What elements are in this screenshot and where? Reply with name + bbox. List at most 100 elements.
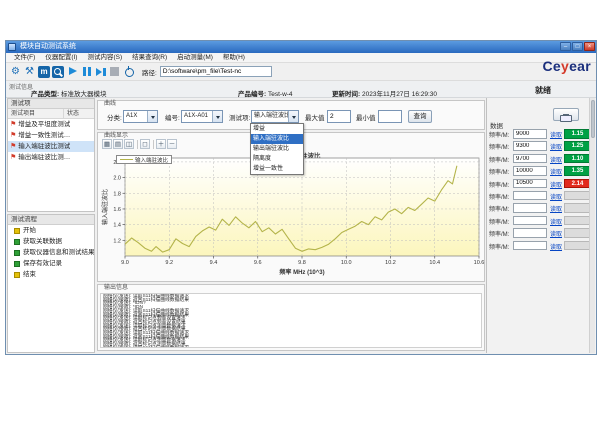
minimize-button[interactable]: – (560, 42, 571, 51)
flow-step-item[interactable]: 保存有效记录 (8, 258, 94, 269)
chart-grid-icon[interactable]: ▦ (102, 139, 112, 149)
menu-item[interactable]: 仪器配置(I) (40, 53, 82, 62)
connect-icon[interactable]: ⚙ (9, 65, 22, 78)
marker-freq-input[interactable] (513, 166, 547, 176)
marker-freq-input[interactable] (513, 191, 547, 201)
marker-read-link[interactable]: 读取 (550, 242, 562, 251)
marker-freq-label: 频率/M: (489, 167, 509, 176)
svg-text:10.2: 10.2 (385, 260, 396, 266)
product-no-field: 产品编号: Test-w-4 (238, 88, 293, 98)
power-icon[interactable] (122, 65, 135, 78)
marker-freq-input[interactable] (513, 241, 547, 251)
flag-icon: ⚑ (10, 119, 16, 130)
dropdown-option[interactable]: 输出端驻波比 (251, 144, 303, 154)
dropdown-option[interactable]: 增益 (251, 124, 303, 134)
sidebar-test-item[interactable]: ⚑ 增益一致性测试… (8, 130, 94, 141)
legend-label: 输入端驻波比 (135, 156, 168, 164)
sidebar-test-item[interactable]: ⚑ 输出端驻波比测… (8, 152, 94, 163)
close-button[interactable]: × (584, 42, 595, 51)
marker-row: 频率/M: 读取 2.14 (487, 178, 596, 190)
menu-item[interactable]: 结果查询(R) (127, 53, 172, 62)
save-icon[interactable]: ▤ (113, 139, 123, 149)
output-label: 输出信息 (102, 285, 130, 292)
flow-step-item[interactable]: 结束 (8, 269, 94, 280)
copy-icon[interactable]: ◫ (124, 139, 134, 149)
svg-text:10.6: 10.6 (474, 260, 485, 266)
marker-result-value (564, 241, 591, 251)
marker-freq-input[interactable] (513, 141, 547, 151)
marker-freq-input[interactable] (513, 129, 547, 139)
menu-item[interactable]: 帮助(H) (218, 53, 250, 62)
category-select[interactable]: A1X (123, 110, 158, 123)
calibrate-icon[interactable]: ⚒ (23, 65, 36, 78)
menu-item[interactable]: 文件(F) (9, 53, 40, 62)
svg-text:1.8: 1.8 (113, 191, 121, 197)
max-label: 最大值 (305, 112, 325, 122)
dropdown-option[interactable]: 增益一致性 (251, 164, 303, 174)
marker-freq-label: 频率/M: (489, 242, 509, 251)
marker-freq-input[interactable] (513, 154, 547, 164)
test-item-dropdown: 增益输入端驻波比输出端驻波比隔离度增益一致性 (250, 123, 304, 175)
printer-icon (560, 115, 572, 122)
marker-read-link[interactable]: 读取 (550, 155, 562, 164)
zoom-in-icon[interactable]: ＋ (156, 139, 166, 149)
menu-item[interactable]: 测试内容(S) (82, 53, 127, 62)
svg-text:9.4: 9.4 (210, 260, 218, 266)
min-input[interactable] (378, 110, 402, 123)
marker-read-link[interactable]: 读取 (550, 180, 562, 189)
marker-result-value (564, 228, 591, 238)
query-button[interactable]: 查询 (408, 110, 432, 123)
marker-read-link[interactable]: 读取 (550, 204, 562, 213)
marker-read-link[interactable]: 读取 (550, 130, 562, 139)
marker-freq-input[interactable] (513, 179, 547, 189)
marker-read-link[interactable]: 读取 (550, 167, 562, 176)
marker-row: 频率/M: 读取 1.25 (487, 140, 596, 152)
svg-text:1.4: 1.4 (113, 223, 121, 229)
path-input[interactable] (160, 66, 272, 77)
marker-read-link[interactable]: 读取 (550, 229, 562, 238)
number-select[interactable]: A1X-A01 (181, 110, 223, 123)
test-items-header: 测试项 (8, 99, 94, 109)
svg-text:10.4: 10.4 (429, 260, 440, 266)
scrollbar[interactable] (589, 98, 595, 353)
test-items-panel: 测试项 测试项目 状态 ⚑ 增益及平坦度测试 ⚑ 增益一致性测试… ⚑ 输入端驻… (7, 98, 95, 212)
zoom-window-icon[interactable]: ◻ (140, 139, 150, 149)
maximize-button[interactable]: □ (572, 42, 583, 51)
marker-freq-input[interactable] (513, 203, 547, 213)
pause-icon[interactable] (80, 65, 93, 78)
export-plot-button[interactable] (553, 108, 579, 121)
svg-text:2.0: 2.0 (113, 176, 121, 182)
flow-step-item[interactable]: 获取关联数据 (8, 236, 94, 247)
marker-result-value: 1.15 (564, 129, 591, 139)
flow-step-item[interactable]: 开始 (8, 225, 94, 236)
log-box[interactable]: 网络仪(发送): 读取S11扫描曲线数据请求网络仪(接收): 返回S11扫描曲线… (100, 293, 482, 348)
sidebar-test-item[interactable]: ⚑ 增益及平坦度测试 (8, 119, 94, 130)
menu-item[interactable]: 启动测量(M) (172, 53, 218, 62)
chart-legend: 输入端驻波比 (116, 155, 172, 164)
dropdown-option[interactable]: 隔离度 (251, 154, 303, 164)
run-icon[interactable] (66, 65, 79, 78)
test-flow-panel: 测试流程 开始 获取关联数据 获取仪器信息和测试结果 保存有效记录 结束 (7, 214, 95, 353)
marker-result-value (564, 203, 591, 213)
marker-row: 频率/M: 读取 (487, 240, 596, 252)
marker-read-link[interactable]: 读取 (550, 217, 562, 226)
app-window: 模块自动测试系统 – □ × 文件(F)仪器配置(I)测试内容(S)结果查询(R… (5, 40, 597, 355)
max-input[interactable] (327, 110, 351, 123)
marker-freq-input[interactable] (513, 228, 547, 238)
zoom-out-icon[interactable]: － (167, 139, 177, 149)
step-icon[interactable] (94, 65, 107, 78)
search-icon[interactable] (52, 66, 64, 78)
update-time-field: 更新时间: 2023年11月27日 16:29:30 (332, 88, 437, 98)
marker-result-value: 2.14 (564, 179, 591, 189)
test-item-select[interactable]: 输入端驻波比 (251, 110, 299, 123)
chart-toolbar: ▦ ▤ ◫ ◻ ＋ － (102, 139, 178, 149)
marker-freq-input[interactable] (513, 216, 547, 226)
flow-step-item[interactable]: 获取仪器信息和测试结果 (8, 247, 94, 258)
sidebar-test-item[interactable]: ⚑ 输入端驻波比测试 (8, 141, 94, 152)
scrollbar-thumb[interactable] (591, 100, 595, 138)
marker-read-link[interactable]: 读取 (550, 142, 562, 151)
dropdown-option[interactable]: 输入端驻波比 (251, 134, 303, 144)
marker-freq-label: 频率/M: (489, 192, 509, 201)
report-icon[interactable]: m (38, 66, 50, 78)
marker-read-link[interactable]: 读取 (550, 192, 562, 201)
